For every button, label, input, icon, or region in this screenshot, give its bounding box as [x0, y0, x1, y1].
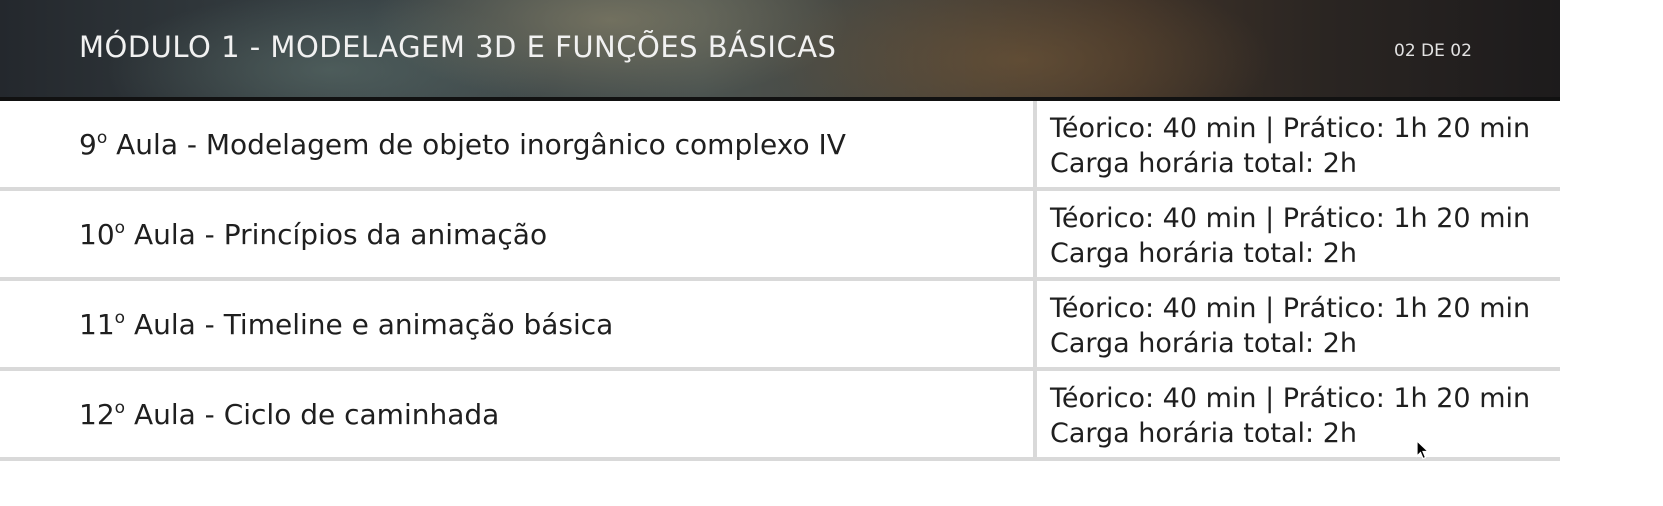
lesson-name: Aula - Modelagem de objeto inorgânico co… — [107, 128, 846, 161]
page-indicator: 02 DE 02 — [1394, 41, 1472, 61]
lesson-number: 10 — [79, 218, 115, 251]
workload-cell: Téorico: 40 min | Prático: 1h 20 min Car… — [1050, 381, 1530, 451]
workload-cell: Téorico: 40 min | Prático: 1h 20 min Car… — [1050, 111, 1530, 181]
table-row: 10o Aula - Princípios da animação Téoric… — [0, 191, 1560, 281]
table-row: 9o Aula - Modelagem de objeto inorgânico… — [0, 101, 1560, 191]
lesson-number: 12 — [79, 398, 115, 431]
lesson-title: 9o Aula - Modelagem de objeto inorgânico… — [79, 128, 846, 161]
lesson-total-hours: Carga horária total: 2h — [1050, 418, 1358, 449]
lesson-ordinal: o — [114, 218, 126, 238]
workload-cell: Téorico: 40 min | Prático: 1h 20 min Car… — [1050, 291, 1530, 361]
lesson-number: 11 — [79, 308, 115, 341]
page: MÓDULO 1 - MODELAGEM 3D E FUNÇÕES BÁSICA… — [0, 0, 1663, 506]
lesson-total-hours: Carga horária total: 2h — [1050, 148, 1358, 179]
lesson-cell: 10o Aula - Princípios da animação — [0, 191, 1037, 277]
lesson-cell: 11o Aula - Timeline e animação básica — [0, 281, 1037, 367]
table-row: 12o Aula - Ciclo de caminhada Téorico: 4… — [0, 371, 1560, 461]
lesson-title: 11o Aula - Timeline e animação básica — [79, 308, 613, 341]
lesson-timing: Téorico: 40 min | Prático: 1h 20 min — [1050, 293, 1531, 324]
lesson-ordinal: o — [96, 128, 108, 148]
module-title: MÓDULO 1 - MODELAGEM 3D E FUNÇÕES BÁSICA… — [79, 30, 837, 64]
lesson-title: 12o Aula - Ciclo de caminhada — [79, 398, 499, 431]
lesson-timing: Téorico: 40 min | Prático: 1h 20 min — [1050, 383, 1531, 414]
lesson-name: Aula - Ciclo de caminhada — [125, 398, 500, 431]
module-header: MÓDULO 1 - MODELAGEM 3D E FUNÇÕES BÁSICA… — [0, 0, 1560, 101]
workload-cell: Téorico: 40 min | Prático: 1h 20 min Car… — [1050, 201, 1530, 271]
lesson-cell: 9o Aula - Modelagem de objeto inorgânico… — [0, 101, 1037, 187]
lesson-total-hours: Carga horária total: 2h — [1050, 328, 1358, 359]
lesson-name: Aula - Timeline e animação básica — [125, 308, 614, 341]
lesson-ordinal: o — [114, 308, 126, 328]
mouse-pointer-icon — [1416, 440, 1430, 460]
lesson-title: 10o Aula - Princípios da animação — [79, 218, 547, 251]
lesson-timing: Téorico: 40 min | Prático: 1h 20 min — [1050, 203, 1531, 234]
table-row: 11o Aula - Timeline e animação básica Té… — [0, 281, 1560, 371]
lessons-table: 9o Aula - Modelagem de objeto inorgânico… — [0, 101, 1560, 461]
lesson-total-hours: Carga horária total: 2h — [1050, 238, 1358, 269]
lesson-name: Aula - Princípios da animação — [125, 218, 548, 251]
lesson-cell: 12o Aula - Ciclo de caminhada — [0, 371, 1037, 457]
lesson-number: 9 — [79, 128, 97, 161]
lesson-timing: Téorico: 40 min | Prático: 1h 20 min — [1050, 113, 1531, 144]
lesson-ordinal: o — [114, 398, 126, 418]
